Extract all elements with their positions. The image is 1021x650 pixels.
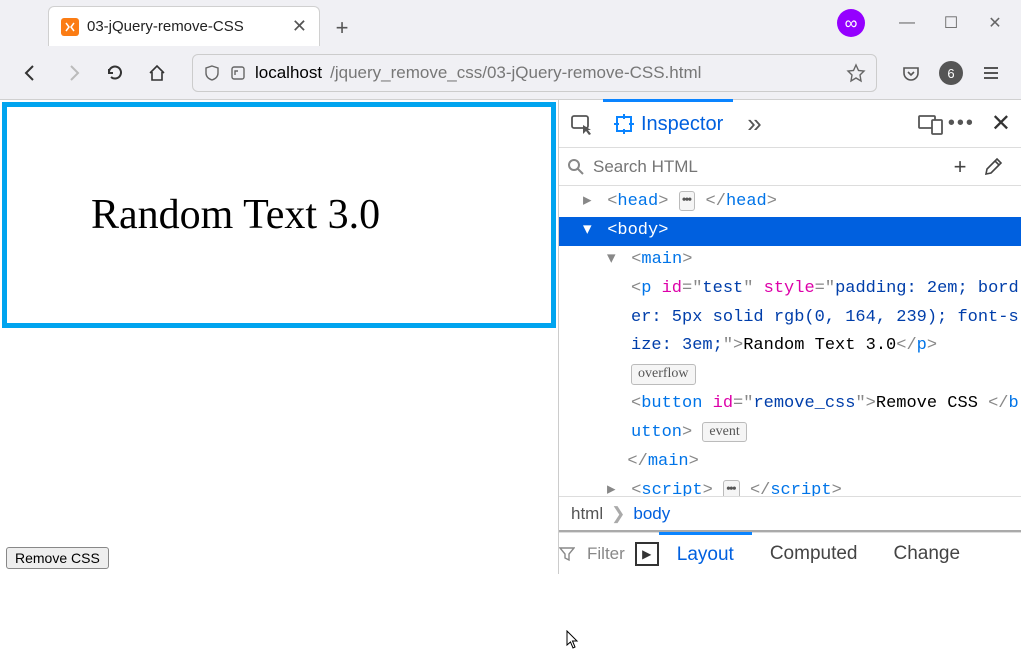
computed-tab[interactable]: Computed xyxy=(752,533,876,575)
pocket-icon[interactable] xyxy=(895,57,927,89)
tab-title: 03-jQuery-remove-CSS xyxy=(87,18,284,35)
maximize-icon[interactable]: ☐ xyxy=(931,8,971,38)
dom-main[interactable]: ▾ <main> xyxy=(559,246,1021,275)
browser-chrome: 03-jQuery-remove-CSS ✕ + ∞ — ☐ ✕ localho… xyxy=(0,0,1021,100)
layout-tab[interactable]: Layout xyxy=(659,532,752,574)
dom-overflow-pill[interactable]: overflow xyxy=(559,361,1021,390)
devtools-tabs: Inspector » ••• ✕ xyxy=(559,100,1021,148)
extension-icon[interactable]: ∞ xyxy=(837,9,865,37)
tab-close-icon[interactable]: ✕ xyxy=(292,16,307,37)
dom-script[interactable]: ▸ <script> ••• </script> xyxy=(559,477,1021,496)
dom-body[interactable]: ▾ <body> xyxy=(559,217,1021,246)
crumb-html[interactable]: html xyxy=(571,504,603,524)
search-html-bar: + xyxy=(559,148,1021,186)
bookmark-icon[interactable] xyxy=(846,63,866,83)
search-html-input[interactable] xyxy=(593,157,937,177)
changes-tab[interactable]: Change xyxy=(876,533,979,575)
address-bar: localhost/jquery_remove_css/03-jQuery-re… xyxy=(0,46,1021,100)
eyedropper-icon[interactable] xyxy=(983,157,1013,177)
crumb-body[interactable]: body xyxy=(633,504,670,524)
info-icon[interactable] xyxy=(229,64,247,82)
inspector-label: Inspector xyxy=(641,113,723,136)
menu-icon[interactable] xyxy=(975,57,1007,89)
close-window-icon[interactable]: ✕ xyxy=(975,8,1015,38)
inspector-tab[interactable]: Inspector xyxy=(603,99,733,147)
dom-head[interactable]: ▸ <head> ••• </head> xyxy=(559,188,1021,217)
forward-button[interactable] xyxy=(56,56,90,90)
dom-button[interactable]: <button id="remove_css">Remove CSS </but… xyxy=(559,390,1021,448)
filter-label[interactable]: Filter xyxy=(587,544,625,564)
element-picker-icon[interactable] xyxy=(565,107,599,141)
devtools-menu-icon[interactable]: ••• xyxy=(948,112,975,135)
home-button[interactable] xyxy=(140,56,174,90)
url-host: localhost xyxy=(255,63,322,83)
dom-p[interactable]: <p id="test" style="padding: 2em; border… xyxy=(559,275,1021,362)
shield-icon[interactable] xyxy=(203,64,221,82)
window-controls: ∞ — ☐ ✕ xyxy=(837,8,1015,38)
dom-tree[interactable]: ▸ <head> ••• </head> ▾ <body> ▾ <main> <… xyxy=(559,186,1021,496)
inspector-icon xyxy=(613,113,635,135)
toggle-pseudo-icon[interactable]: ▶ xyxy=(635,542,659,566)
back-button[interactable] xyxy=(14,56,48,90)
reload-button[interactable] xyxy=(98,56,132,90)
remove-css-button[interactable]: Remove CSS xyxy=(6,547,109,569)
xampp-favicon xyxy=(61,18,79,36)
chevron-right-icon: ❯ xyxy=(611,504,625,524)
devtools-panel: Inspector » ••• ✕ + ▸ <head> ••• </head>… xyxy=(558,100,1021,574)
random-text: Random Text 3.0 xyxy=(2,102,556,328)
new-tab-button[interactable]: + xyxy=(324,10,360,46)
browser-tab[interactable]: 03-jQuery-remove-CSS ✕ xyxy=(48,6,320,46)
url-path: /jquery_remove_css/03-jQuery-remove-CSS.… xyxy=(330,63,701,83)
search-icon xyxy=(567,158,585,176)
cursor-icon xyxy=(566,630,580,650)
account-badge[interactable]: 6 xyxy=(935,57,967,89)
dom-main-close[interactable]: </main> xyxy=(559,448,1021,477)
devtools-sidebar-tabs: Filter ▶ Layout Computed Change xyxy=(559,532,1021,574)
page-content: Random Text 3.0 Remove CSS xyxy=(0,100,558,574)
tabs-overflow-icon[interactable]: » xyxy=(747,108,761,139)
add-node-icon[interactable]: + xyxy=(945,154,975,180)
responsive-icon[interactable] xyxy=(918,113,944,135)
minimize-icon[interactable]: — xyxy=(887,8,927,38)
url-input[interactable]: localhost/jquery_remove_css/03-jQuery-re… xyxy=(192,54,877,92)
breadcrumb: html ❯ body xyxy=(559,496,1021,532)
devtools-close-icon[interactable]: ✕ xyxy=(991,109,1011,138)
filter-icon[interactable] xyxy=(559,546,587,562)
